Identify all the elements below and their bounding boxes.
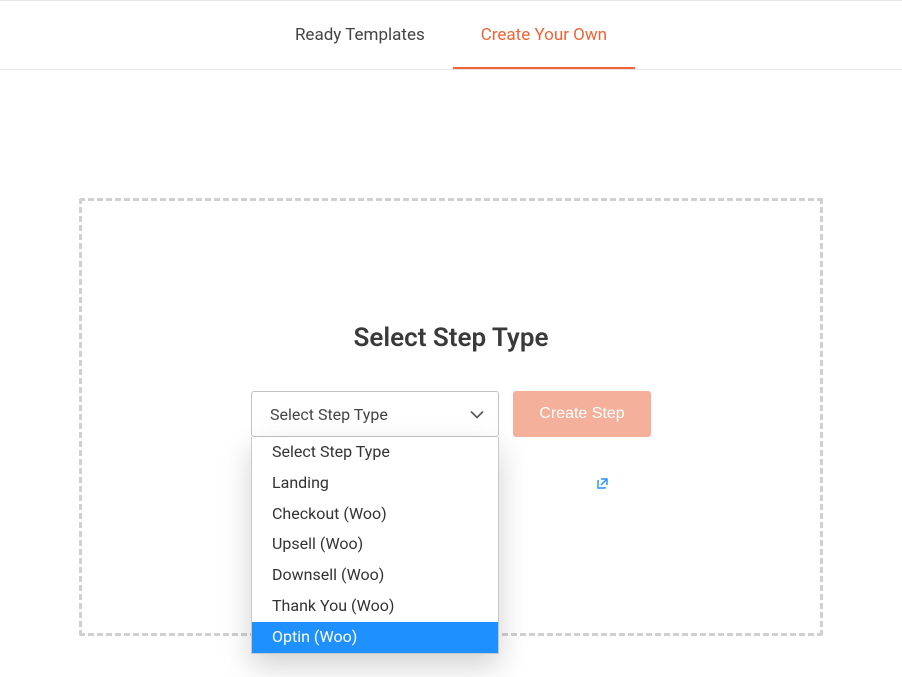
external-link-icon <box>597 478 608 493</box>
content-area: Select Step Type Select Step Type Select… <box>0 70 902 636</box>
controls-row: Select Step Type Select Step Type Landin… <box>82 391 820 437</box>
step-type-dropdown: Select Step Type Landing Checkout (Woo) … <box>251 437 499 654</box>
dropdown-option[interactable]: Select Step Type <box>252 437 498 468</box>
step-type-panel: Select Step Type Select Step Type Select… <box>79 198 823 636</box>
dropdown-option[interactable]: Upsell (Woo) <box>252 529 498 560</box>
tab-create-your-own[interactable]: Create Your Own <box>453 2 635 68</box>
dropdown-option[interactable]: Landing <box>252 468 498 499</box>
select-value: Select Step Type <box>270 405 388 424</box>
dropdown-option[interactable]: Thank You (Woo) <box>252 591 498 622</box>
chevron-down-icon <box>470 407 484 421</box>
create-step-button[interactable]: Create Step <box>513 391 651 437</box>
tab-bar: Ready Templates Create Your Own <box>0 0 902 70</box>
dropdown-option[interactable]: Downsell (Woo) <box>252 560 498 591</box>
step-type-select-wrapper: Select Step Type Select Step Type Landin… <box>251 391 499 437</box>
dropdown-option[interactable]: Checkout (Woo) <box>252 499 498 530</box>
step-type-select[interactable]: Select Step Type <box>251 391 499 437</box>
tab-ready-templates[interactable]: Ready Templates <box>267 2 453 68</box>
panel-heading: Select Step Type <box>82 323 820 353</box>
dropdown-option[interactable]: Optin (Woo) <box>252 622 498 653</box>
